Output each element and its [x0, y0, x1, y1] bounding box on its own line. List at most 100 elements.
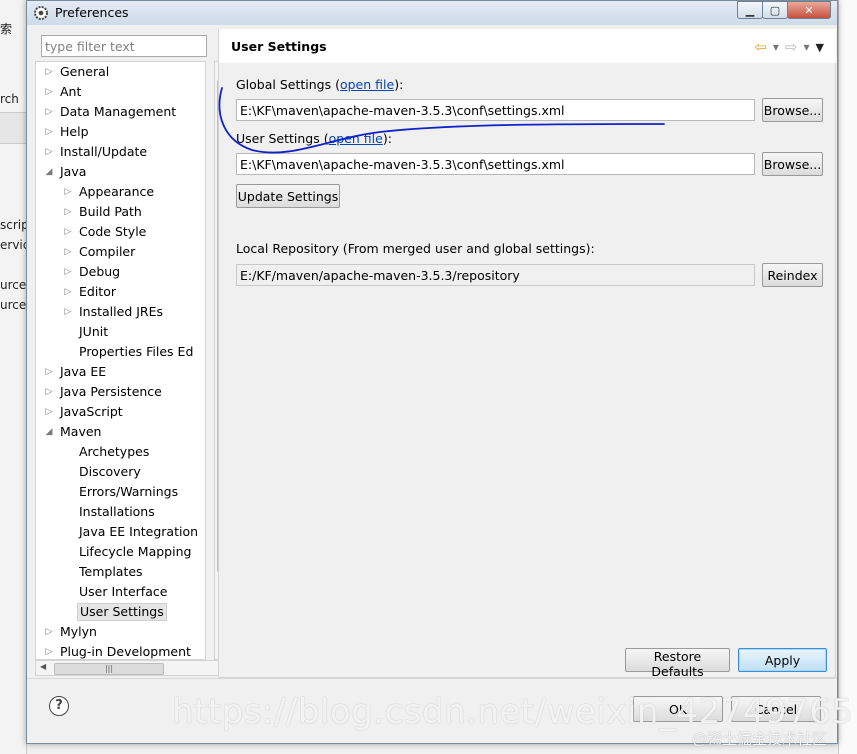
tree-item-label: Maven: [60, 424, 102, 439]
tree-item-label: Plug-in Development: [60, 644, 191, 659]
preferences-tree[interactable]: ▷ General ▷ Ant ▷ Data Management ▷ Help ▷ Instal…: [35, 61, 206, 660]
collapsed-arrow-icon[interactable]: ▷: [63, 282, 73, 302]
expanded-arrow-icon[interactable]: ◢: [44, 162, 54, 182]
user-settings-label-suffix: ):: [382, 131, 392, 146]
window-controls: ▁ ▢ ✕: [737, 1, 831, 19]
tree-item-label: Compiler: [79, 244, 136, 259]
tree-item[interactable]: Properties Files Ed: [36, 342, 205, 362]
tree-item[interactable]: Lifecycle Mapping: [36, 542, 205, 562]
preferences-dialog: Preferences ▁ ▢ ✕ ▷ General ▷ Ant ▷ Data Mana…: [26, 0, 838, 744]
tree-item[interactable]: ▷ Data Management: [36, 102, 205, 122]
tree-item-label: Java: [60, 164, 87, 179]
user-browse-button[interactable]: Browse...: [762, 152, 823, 176]
tree-item-label: Build Path: [79, 204, 142, 219]
user-settings-input[interactable]: [236, 153, 755, 175]
background-toolbar: [0, 112, 26, 144]
tree-item-label: Code Style: [79, 224, 147, 239]
global-settings-label-text: Global Settings (: [236, 77, 340, 92]
tree-item[interactable]: ▷ Installed JREs: [36, 302, 205, 322]
user-settings-label-text: User Settings (: [236, 131, 329, 146]
tree-item[interactable]: User Interface: [36, 582, 205, 602]
collapsed-arrow-icon[interactable]: ▷: [44, 382, 54, 402]
global-open-file-link[interactable]: open file: [340, 77, 394, 92]
collapsed-arrow-icon[interactable]: ▷: [63, 262, 73, 282]
help-icon[interactable]: ?: [49, 696, 69, 716]
apply-button[interactable]: Apply: [738, 648, 827, 672]
tree-item[interactable]: Archetypes: [36, 442, 205, 462]
tree-item[interactable]: ▷ Ant: [36, 82, 205, 102]
tree-item[interactable]: ▷ Mylyn: [36, 622, 205, 642]
tree-item[interactable]: ◢ Maven: [36, 422, 205, 442]
tree-item-label: Install/Update: [60, 144, 148, 159]
tree-item[interactable]: JUnit: [36, 322, 205, 342]
tree-item[interactable]: ▷ General: [36, 62, 205, 82]
tree-item[interactable]: ▷ Java EE: [36, 362, 205, 382]
back-arrow-icon[interactable]: ⇦: [754, 38, 767, 56]
forward-dropdown-icon[interactable]: ▾: [804, 40, 810, 54]
global-browse-button[interactable]: Browse...: [762, 98, 823, 122]
restore-defaults-button[interactable]: Restore Defaults: [625, 648, 730, 679]
panel-header: User Settings ⇦ ▾ ⇨ ▾ ▼: [219, 29, 836, 64]
tree-item-label: Installed JREs: [79, 304, 164, 319]
collapsed-arrow-icon[interactable]: ▷: [44, 402, 54, 422]
collapsed-arrow-icon[interactable]: ▷: [44, 102, 54, 122]
forward-arrow-icon[interactable]: ⇨: [785, 38, 798, 56]
collapsed-arrow-icon[interactable]: ▷: [44, 362, 54, 382]
tree-item[interactable]: Installations: [36, 502, 205, 522]
tree-item-label: User Settings: [77, 603, 167, 621]
expanded-arrow-icon[interactable]: ◢: [44, 422, 54, 442]
tree-item[interactable]: ▷ Editor: [36, 282, 205, 302]
tree-item[interactable]: ▷ Install/Update: [36, 142, 205, 162]
tree-item[interactable]: Errors/Warnings: [36, 482, 205, 502]
reindex-button[interactable]: Reindex: [762, 263, 823, 287]
maximize-button[interactable]: ▢: [762, 1, 788, 19]
tree-item-label: Java EE Integration: [79, 524, 199, 539]
collapsed-arrow-icon[interactable]: ▷: [44, 642, 54, 659]
tree-item[interactable]: ▷ JavaScript: [36, 402, 205, 422]
tree-item[interactable]: User Settings: [36, 602, 205, 622]
preferences-gear-icon: [34, 6, 48, 20]
filter-input[interactable]: [41, 35, 207, 57]
local-repository-input[interactable]: [236, 264, 755, 286]
tree-item[interactable]: Templates: [36, 562, 205, 582]
scrollbar-thumb[interactable]: |||: [54, 663, 164, 675]
user-open-file-link[interactable]: open file: [329, 131, 383, 146]
tree-item[interactable]: ▷ Java Persistence: [36, 382, 205, 402]
tree-item-label: Errors/Warnings: [79, 484, 179, 499]
tree-item-label: JavaScript: [60, 404, 123, 419]
back-dropdown-icon[interactable]: ▾: [773, 40, 779, 54]
close-icon: ✕: [804, 3, 814, 17]
tree-item[interactable]: ▷ Appearance: [36, 182, 205, 202]
collapsed-arrow-icon[interactable]: ▷: [44, 122, 54, 142]
collapsed-arrow-icon[interactable]: ▷: [63, 242, 73, 262]
tree-item[interactable]: Discovery: [36, 462, 205, 482]
collapsed-arrow-icon[interactable]: ▷: [63, 202, 73, 222]
collapsed-arrow-icon[interactable]: ▷: [44, 142, 54, 162]
tree-item[interactable]: ▷ Compiler: [36, 242, 205, 262]
collapsed-arrow-icon[interactable]: ▷: [44, 62, 54, 82]
tree-item[interactable]: ▷ Debug: [36, 262, 205, 282]
collapsed-arrow-icon[interactable]: ▷: [63, 222, 73, 242]
scroll-left-arrow-icon[interactable]: ◀: [40, 662, 46, 671]
tree-item-label: General: [60, 64, 110, 79]
tree-item-label: Ant: [60, 84, 82, 99]
update-settings-button[interactable]: Update Settings: [236, 184, 340, 208]
tree-item[interactable]: ▷ Help: [36, 122, 205, 142]
tree-item[interactable]: ◢ Java: [36, 162, 205, 182]
close-button[interactable]: ✕: [787, 1, 831, 19]
global-settings-input[interactable]: [236, 99, 755, 121]
minimize-button[interactable]: ▁: [737, 1, 763, 19]
tree-item[interactable]: ▷ Build Path: [36, 202, 205, 222]
tree-item[interactable]: Java EE Integration: [36, 522, 205, 542]
collapsed-arrow-icon[interactable]: ▷: [63, 182, 73, 202]
collapsed-arrow-icon[interactable]: ▷: [63, 302, 73, 322]
tree-item-label: Appearance: [79, 184, 155, 199]
tree-horizontal-scrollbar[interactable]: ◀ ||| ▶: [35, 660, 231, 676]
collapsed-arrow-icon[interactable]: ▷: [44, 82, 54, 102]
tree-item[interactable]: ▷ Plug-in Development: [36, 642, 205, 659]
view-menu-icon[interactable]: ▼: [816, 41, 824, 54]
tree-item[interactable]: ▷ Code Style: [36, 222, 205, 242]
collapsed-arrow-icon[interactable]: ▷: [44, 622, 54, 642]
watermark-text: https://blog.csdn.net/weixin_42749765: [172, 692, 854, 732]
title-bar[interactable]: Preferences ▁ ▢ ✕: [27, 1, 837, 25]
